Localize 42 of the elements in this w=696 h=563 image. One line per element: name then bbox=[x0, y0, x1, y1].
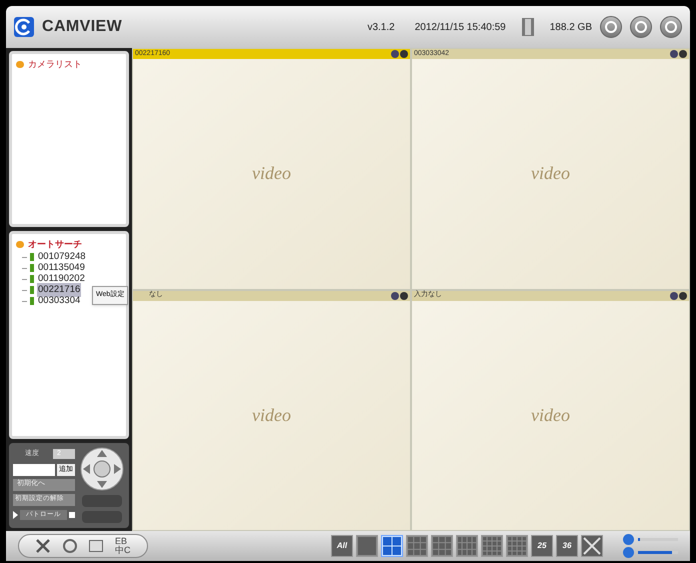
minimize-button[interactable] bbox=[600, 16, 622, 38]
record-icon[interactable] bbox=[400, 292, 408, 300]
video-placeholder-text: video bbox=[531, 162, 570, 186]
layout-button[interactable] bbox=[381, 535, 403, 557]
datetime-text: 2012/11/15 15:40:59 bbox=[414, 20, 506, 34]
camera-list-title: カメラリスト bbox=[28, 58, 82, 71]
power-button[interactable] bbox=[660, 16, 682, 38]
auto-search-title: オートサーチ bbox=[28, 238, 82, 251]
layout-button[interactable]: 25 bbox=[531, 535, 553, 557]
playback-icon[interactable] bbox=[63, 539, 77, 553]
version-text: v3.1.2 bbox=[367, 20, 395, 34]
record-icon[interactable] bbox=[679, 292, 687, 300]
grid-layout-icon bbox=[457, 536, 477, 556]
layout-button[interactable]: 36 bbox=[556, 535, 578, 557]
grid-layout-icon bbox=[432, 536, 452, 556]
video-placeholder-text: video bbox=[252, 404, 291, 427]
logo-icon bbox=[14, 17, 34, 37]
grid-layout-icon bbox=[482, 536, 502, 556]
grid-layout-icon bbox=[382, 536, 402, 556]
camera-item[interactable]: 00221716 bbox=[37, 282, 82, 298]
folder-icon bbox=[16, 241, 24, 248]
record-icon[interactable] bbox=[400, 50, 408, 58]
folder-icon bbox=[16, 61, 24, 68]
record-icon[interactable] bbox=[679, 50, 687, 58]
fullscreen-icon bbox=[583, 537, 601, 555]
microphone-icon[interactable] bbox=[623, 534, 634, 545]
speaker-icon[interactable] bbox=[623, 547, 634, 558]
grid-layout-icon bbox=[407, 536, 427, 556]
restore-button[interactable] bbox=[630, 16, 652, 38]
video-placeholder-text: video bbox=[252, 162, 291, 186]
layout-button[interactable]: All bbox=[331, 535, 353, 557]
language-button[interactable]: EB 中C bbox=[115, 537, 130, 555]
layout-button[interactable] bbox=[581, 535, 603, 557]
grid-layout-icon bbox=[507, 536, 527, 556]
film-icon bbox=[522, 18, 534, 36]
storage-text: 188.2 GB bbox=[550, 20, 592, 34]
app-logo-text: CAMVIEW bbox=[42, 17, 122, 37]
video-placeholder-text: video bbox=[531, 404, 570, 427]
preset-field[interactable] bbox=[13, 464, 55, 476]
grid-layout-icon bbox=[357, 536, 377, 556]
schedule-icon[interactable] bbox=[89, 540, 103, 552]
ptz-control-drawing[interactable] bbox=[80, 447, 124, 491]
